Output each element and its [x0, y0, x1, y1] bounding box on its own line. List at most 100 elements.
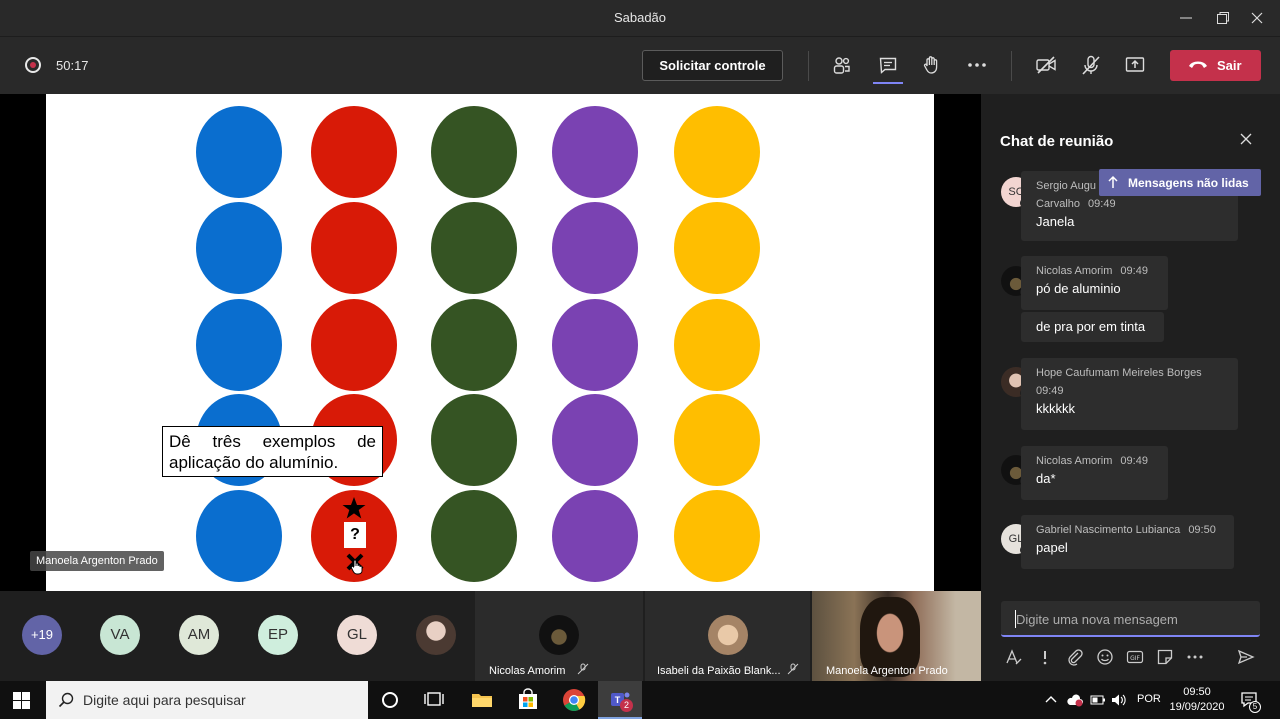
participant-tile[interactable]: Isabeli da Paixão Blank...	[645, 591, 810, 681]
cortana-icon[interactable]	[378, 688, 402, 712]
store-icon[interactable]	[516, 688, 540, 712]
participant-tile[interactable]: Nicolas Amorim	[475, 591, 643, 681]
meeting-chat-panel: Chat de reunião SC Sergio Augu Carvalho 0…	[981, 94, 1280, 681]
message-time: 09:49	[1120, 265, 1148, 277]
message-time: 09:49	[1120, 455, 1148, 467]
message-sender-cont: Carvalho	[1036, 198, 1081, 210]
taskbar-search-input[interactable]: Digite aqui para pesquisar	[46, 681, 368, 719]
colored-dot[interactable]	[431, 202, 517, 294]
unread-messages-button[interactable]: Mensagens não lidas	[1099, 169, 1261, 196]
colored-dot[interactable]	[674, 106, 760, 198]
mic-off-icon[interactable]	[1080, 54, 1102, 76]
leave-button[interactable]: Sair	[1170, 50, 1261, 81]
volume-icon[interactable]	[1111, 693, 1127, 707]
colored-dot[interactable]	[674, 202, 760, 294]
colored-dot[interactable]	[552, 490, 638, 582]
participants-strip: +19 VA AM EP GL Nicolas Amorim Isabeli d…	[0, 591, 981, 681]
arrow-up-icon	[1108, 175, 1118, 188]
file-explorer-icon[interactable]	[470, 688, 494, 712]
attach-icon[interactable]	[1066, 648, 1084, 666]
colored-dot[interactable]	[311, 299, 397, 391]
colored-dot[interactable]	[674, 394, 760, 486]
participant-avatar[interactable]: EP	[258, 615, 298, 655]
unread-messages-label: Mensagens não lidas	[1128, 176, 1249, 190]
recording-icon	[25, 57, 41, 73]
colored-dot[interactable]	[431, 394, 517, 486]
onedrive-icon[interactable]	[1067, 693, 1083, 707]
important-icon[interactable]	[1036, 648, 1054, 666]
minimize-icon[interactable]	[1174, 6, 1198, 30]
participant-avatar[interactable]: VA	[100, 615, 140, 655]
participants-icon[interactable]	[831, 54, 853, 76]
colored-dot[interactable]	[674, 490, 760, 582]
clock-date: 19/09/2020	[1169, 701, 1225, 713]
taskbar-clock[interactable]: 09:50 19/09/2020	[1164, 685, 1230, 715]
more-icon[interactable]	[966, 54, 988, 76]
participant-photo-avatar[interactable]	[416, 615, 456, 655]
star-icon	[342, 497, 366, 519]
chevron-up-icon[interactable]	[1045, 694, 1057, 704]
teams-badge: 2	[620, 699, 633, 712]
clock-time: 09:50	[1183, 686, 1211, 698]
chat-title: Chat de reunião	[1000, 133, 1114, 150]
participant-avatar[interactable]: GL	[337, 615, 377, 655]
question-card[interactable]: ?	[344, 522, 366, 548]
emoji-icon[interactable]	[1096, 648, 1114, 666]
colored-dot[interactable]	[196, 299, 282, 391]
participant-name: Manoela Argenton Prado	[826, 665, 948, 677]
chat-icon[interactable]	[877, 54, 899, 76]
participant-avatar[interactable]: AM	[179, 615, 219, 655]
toolbar-divider	[808, 51, 809, 81]
compose-placeholder: Digite uma nova mensagem	[1016, 612, 1178, 627]
colored-dot[interactable]	[552, 106, 638, 198]
colored-dot[interactable]	[552, 202, 638, 294]
colored-dot[interactable]	[311, 106, 397, 198]
message-sender: Nicolas Amorim	[1036, 455, 1113, 467]
raise-hand-icon[interactable]	[921, 54, 943, 76]
sticker-icon[interactable]	[1156, 648, 1174, 666]
task-view-icon[interactable]	[422, 688, 446, 712]
message-sender: Gabriel Nascimento Lubianca	[1036, 524, 1181, 536]
input-language[interactable]: POR	[1137, 693, 1161, 705]
gif-icon[interactable]: GIF	[1126, 648, 1144, 666]
meeting-toolbar: 50:17 Solicitar controle Sair	[0, 36, 1280, 94]
colored-dot[interactable]	[196, 202, 282, 294]
presenter-video-tile[interactable]: Manoela Argenton Prado	[812, 591, 981, 681]
chat-active-indicator	[873, 82, 903, 84]
more-options-icon[interactable]	[1186, 648, 1204, 666]
close-icon[interactable]	[1239, 132, 1253, 146]
request-control-button[interactable]: Solicitar controle	[642, 50, 783, 81]
colored-dot[interactable]	[196, 490, 282, 582]
windows-start-icon[interactable]	[13, 692, 30, 709]
colored-dot[interactable]	[674, 299, 760, 391]
leave-label: Sair	[1217, 58, 1242, 73]
chrome-icon[interactable]	[562, 688, 586, 712]
colored-dot[interactable]	[552, 299, 638, 391]
window-title: Sabadão	[613, 10, 667, 25]
chat-compose-input[interactable]: Digite uma nova mensagem	[1001, 601, 1260, 637]
overflow-participants-badge[interactable]: +19	[22, 615, 62, 655]
colored-dot[interactable]	[196, 106, 282, 198]
chat-message: Hope Caufumam Meireles Borges 09:49 kkkk…	[1021, 358, 1238, 430]
colored-dot[interactable]	[311, 202, 397, 294]
battery-icon[interactable]	[1090, 694, 1106, 706]
participant-name: Nicolas Amorim	[489, 665, 566, 677]
colored-dot[interactable]	[431, 299, 517, 391]
meeting-timer: 50:17	[56, 58, 89, 73]
message-sender: Hope Caufumam Meireles Borges	[1036, 367, 1202, 379]
svg-text:GIF: GIF	[1130, 655, 1140, 662]
message-text: da*	[1036, 471, 1056, 486]
colored-dot[interactable]	[552, 394, 638, 486]
participant-name: Isabeli da Paixão Blank...	[657, 665, 781, 677]
mic-off-icon	[787, 663, 799, 675]
colored-dot[interactable]	[431, 490, 517, 582]
camera-off-icon[interactable]	[1035, 54, 1057, 76]
close-window-icon[interactable]	[1245, 6, 1269, 30]
colored-dot[interactable]	[431, 106, 517, 198]
teams-taskbar-button[interactable]: T 2	[598, 681, 642, 719]
send-icon[interactable]	[1237, 648, 1255, 666]
search-placeholder: Digite aqui para pesquisar	[83, 692, 246, 708]
share-screen-icon[interactable]	[1124, 54, 1146, 76]
restore-icon[interactable]	[1211, 6, 1235, 30]
format-icon[interactable]	[1005, 648, 1023, 666]
